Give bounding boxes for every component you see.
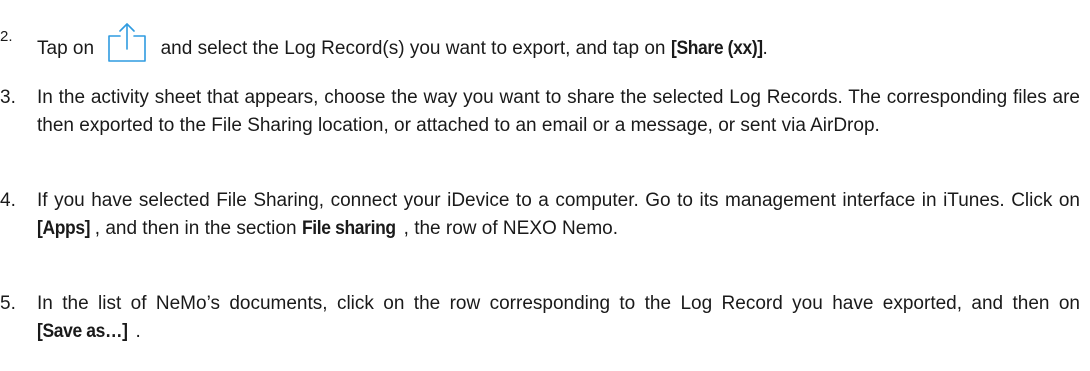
step-3: 3. In the activity sheet that appears, c…: [0, 84, 1080, 140]
step-number: 2.: [0, 28, 13, 45]
step-text: If you have selected File Sharing, conne…: [37, 187, 1080, 243]
step-number: 4.: [0, 190, 16, 211]
step-text-segment: If you have selected File Sharing, conne…: [37, 190, 1080, 211]
step-number: 3.: [0, 87, 16, 108]
step-4: 4. If you have selected File Sharing, co…: [0, 187, 1080, 243]
save-as-reference: [Save as…]: [37, 321, 128, 342]
step-text-segment: and select the Log Record(s) you want to…: [160, 38, 666, 59]
step-text: In the list of NeMo’s documents, click o…: [37, 290, 1080, 346]
instruction-document: 2. Tap on and select the Log Record(s) y…: [0, 0, 1090, 371]
step-text-segment: In the list of NeMo’s documents, click o…: [37, 293, 1080, 314]
step-number: 5.: [0, 293, 16, 314]
share-icon: [105, 22, 149, 62]
step-text-segment: .: [135, 321, 141, 342]
step-text: In the activity sheet that appears, choo…: [37, 87, 1080, 136]
step-5: 5. In the list of NeMo’s documents, clic…: [0, 290, 1080, 346]
file-sharing-reference: File sharing: [301, 218, 396, 239]
share-button-reference: [Share (xx)]: [670, 38, 763, 59]
apps-reference: [Apps]: [37, 218, 91, 239]
step-text: Tap on and select the Log Record(s) you …: [37, 22, 1080, 63]
step-text-segment: .: [762, 38, 768, 59]
step-2: 2. Tap on and select the Log Record(s) y…: [0, 22, 1080, 63]
step-text-segment: Tap on: [37, 38, 95, 59]
step-text-segment: , the row of NEXO Nemo.: [403, 218, 619, 239]
step-text-segment: , and then in the section: [94, 218, 297, 239]
